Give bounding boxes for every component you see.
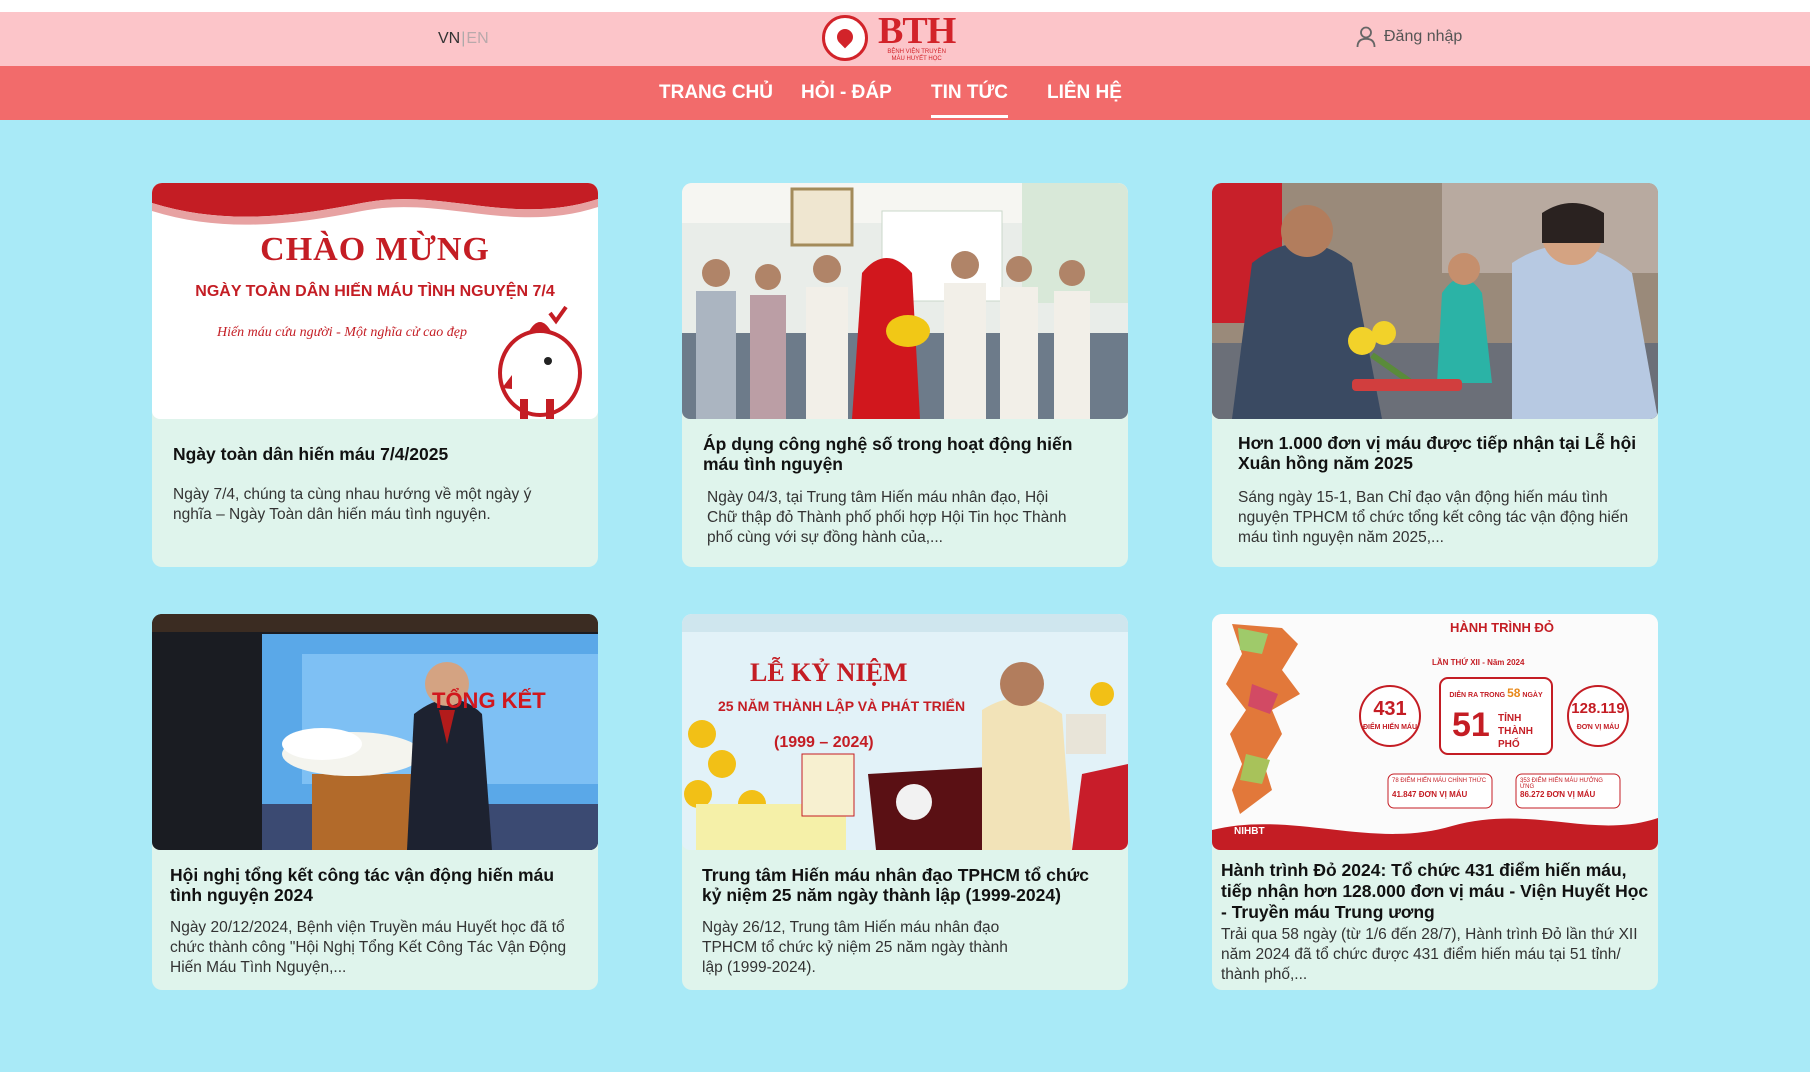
news-title[interactable]: Trung tâm Hiến máu nhân đạo TPHCM tổ chứ…: [702, 865, 1112, 905]
news-card[interactable]: HÀNH TRÌNH ĐỎ LẦN THỨ XII - Năm 2024 431…: [1212, 614, 1658, 990]
stat-response: 353 ĐIỂM HIẾN MÁU HƯỞNG ỨNG: [1520, 778, 1603, 790]
infographic-brand: HÀNH TRÌNH ĐỎ: [1450, 620, 1554, 635]
journey-infographic: [1212, 624, 1658, 850]
ceremony-photo: [682, 183, 1128, 419]
banner-heading: CHÀO MỪNG: [260, 231, 490, 268]
news-thumbnail[interactable]: HÀNH TRÌNH ĐỎ LẦN THỨ XII - Năm 2024 431…: [1212, 614, 1658, 850]
days-suffix: NGÀY: [1522, 692, 1543, 699]
nav-home[interactable]: TRANG CHỦ: [659, 82, 773, 104]
news-card[interactable]: Áp dụng công nghệ số trong hoạt động hiế…: [682, 183, 1128, 567]
language-switcher: VN|EN: [438, 30, 489, 48]
points-value: 431: [1373, 698, 1407, 720]
provinces-label: TỈNH THÀNH PHỐ: [1498, 713, 1533, 750]
anniversary-photo: [682, 614, 1128, 850]
nav-news[interactable]: TIN TỨC: [931, 82, 1008, 118]
news-description: Trải qua 58 ngày (từ 1/6 đến 28/7), Hành…: [1221, 926, 1638, 983]
banner-text: TỔNG KẾT: [432, 688, 546, 713]
celebration-banner: [152, 183, 598, 419]
nav-contact[interactable]: LIÊN HỆ: [1047, 82, 1122, 104]
units-value: 128.119: [1571, 700, 1625, 717]
news-title[interactable]: Hành trình Đỏ 2024: Tổ chức 431 điểm hiế…: [1221, 860, 1651, 923]
login-button[interactable]: Đăng nhập: [1356, 26, 1462, 48]
days-prefix: DIỄN RA TRONG: [1449, 692, 1506, 699]
stat-official: 78 ĐIỂM HIẾN MÁU CHÍNH THỨC: [1392, 778, 1487, 784]
news-description: Sáng ngày 15-1, Ban Chỉ đạo vận động hiế…: [1238, 489, 1629, 546]
news-title[interactable]: Hội nghị tổng kết công tác vận động hiến…: [170, 865, 580, 905]
news-card[interactable]: CHÀO MỪNG NGÀY TOÀN DÂN HIẾN MÁU TÌNH NG…: [152, 183, 598, 567]
conference-photo: [152, 614, 598, 850]
news-thumbnail[interactable]: [1212, 183, 1658, 419]
banner-heading: LỄ KỶ NIỆM: [750, 658, 908, 687]
news-description: Ngày 7/4, chúng ta cùng nhau hướng về mộ…: [173, 486, 532, 523]
infographic-edition: LẦN THỨ XII - Năm 2024: [1432, 658, 1525, 667]
banner-subheading: NGÀY TOÀN DÂN HIẾN MÁU TÌNH NGUYỆN 7/4: [195, 283, 555, 300]
units-label: ĐƠN VỊ MÁU: [1576, 724, 1620, 731]
news-description: Ngày 20/12/2024, Bệnh viện Truyền máu Hu…: [170, 919, 567, 976]
site-logo[interactable]: BTH BỆNH VIỆN TRUYỀN MÁU HUYẾT HỌC: [822, 10, 956, 63]
news-description: Ngày 04/3, tại Trung tâm Hiến máu nhân đ…: [707, 489, 1067, 546]
user-icon: [1356, 26, 1376, 48]
blood-donation-photo: [1212, 183, 1658, 419]
stat-response-units: 86.272 ĐƠN VỊ MÁU: [1520, 790, 1596, 799]
news-thumbnail[interactable]: LỄ KỶ NIỆM 25 NĂM THÀNH LẬP VÀ PHÁT TRIỂ…: [682, 614, 1128, 850]
banner-slogan: Hiến máu cứu người - Một nghĩa cử cao đẹ…: [216, 325, 468, 340]
news-card[interactable]: LỄ KỶ NIỆM 25 NĂM THÀNH LẬP VÀ PHÁT TRIỂ…: [682, 614, 1128, 990]
news-title[interactable]: Hơn 1.000 đơn vị máu được tiếp nhận tại …: [1238, 433, 1638, 473]
login-label: Đăng nhập: [1384, 28, 1463, 45]
news-title[interactable]: Ngày toàn dân hiến máu 7/4/2025: [173, 444, 578, 464]
news-thumbnail[interactable]: [682, 183, 1128, 419]
news-card[interactable]: TỔNG KẾT Hội nghị tổng kết công tác vận …: [152, 614, 598, 990]
news-thumbnail[interactable]: TỔNG KẾT: [152, 614, 598, 850]
logo-text: BTH: [878, 10, 956, 52]
hospital-seal-icon: [822, 15, 868, 61]
main-nav: TRANG CHỦ HỎI - ĐÁP TIN TỨC LIÊN HỆ: [0, 66, 1810, 120]
stat-official-units: 41.847 ĐƠN VỊ MÁU: [1392, 790, 1468, 799]
nav-qa[interactable]: HỎI - ĐÁP: [801, 82, 892, 104]
provinces-value: 51: [1452, 706, 1490, 744]
org-logo: NIHBT: [1234, 826, 1265, 837]
days-value: 58: [1507, 686, 1521, 700]
logo-subtitle: BỆNH VIỆN TRUYỀN MÁU HUYẾT HỌC: [887, 49, 946, 62]
news-title[interactable]: Áp dụng công nghệ số trong hoạt động hiế…: [703, 434, 1108, 474]
lang-en[interactable]: EN: [466, 30, 488, 47]
lang-vn[interactable]: VN: [438, 30, 460, 47]
banner-subheading: 25 NĂM THÀNH LẬP VÀ PHÁT TRIỂN: [718, 698, 966, 714]
days-text: DIỄN RA TRONG 58 NGÀY: [1444, 686, 1548, 700]
banner-years: (1999 – 2024): [774, 734, 874, 751]
lang-separator: |: [461, 30, 466, 47]
points-label: ĐIỂM HIẾN MÁU: [1362, 724, 1418, 731]
news-thumbnail[interactable]: CHÀO MỪNG NGÀY TOÀN DÂN HIẾN MÁU TÌNH NG…: [152, 183, 598, 419]
news-card[interactable]: Hơn 1.000 đơn vị máu được tiếp nhận tại …: [1212, 183, 1658, 567]
news-description: Ngày 26/12, Trung tâm Hiến máu nhân đạo …: [702, 919, 1008, 976]
